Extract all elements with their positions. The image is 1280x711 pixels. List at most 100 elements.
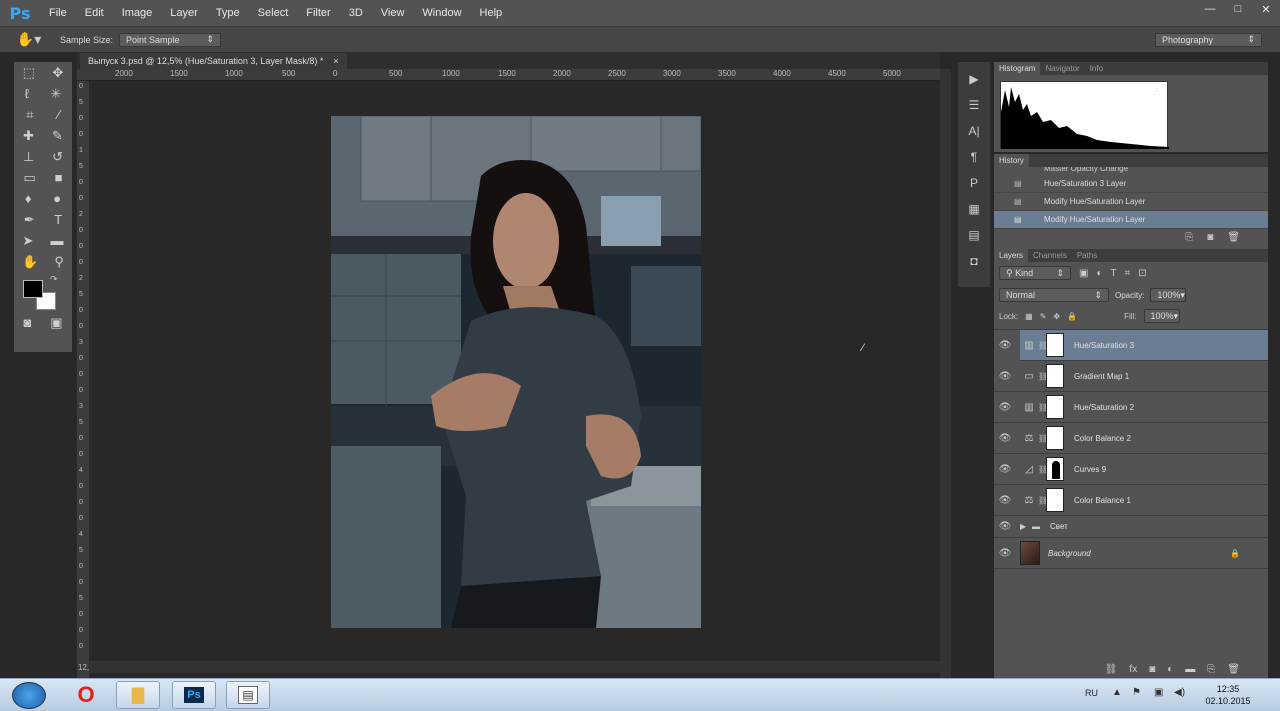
visibility-eye-icon[interactable]: 👁 [994, 548, 1016, 559]
sample-size-select[interactable]: Point Sample ⇕ [119, 32, 222, 47]
filter-shape-icon[interactable]: ⌗ [1125, 268, 1131, 279]
layer-group-row[interactable]: 👁 ▶ ▬ Свет [994, 516, 1268, 538]
visibility-eye-icon[interactable]: 👁 [994, 521, 1016, 532]
visibility-eye-icon[interactable]: 👁 [994, 495, 1016, 506]
lock-position-icon[interactable]: ✥ [1053, 312, 1060, 321]
close-document-icon[interactable]: × [333, 56, 338, 66]
layer-row[interactable]: 👁 ▥ ⛓ Hue/Saturation 2 [994, 392, 1268, 423]
snapshot-icon[interactable]: ◙ [1207, 232, 1213, 243]
crop-tool-icon[interactable]: ⌗ [26, 107, 33, 123]
zoom-readout[interactable]: 12, [78, 663, 89, 672]
properties-icon[interactable]: ☰ [958, 92, 990, 118]
delete-state-icon[interactable]: 🗑 [1227, 232, 1240, 243]
workspace-select[interactable]: Photography ⇕ [1155, 32, 1262, 47]
visibility-eye-icon[interactable]: 👁 [994, 340, 1016, 351]
new-group-icon[interactable]: ▬ [1185, 664, 1195, 675]
close-button[interactable]: ✕ [1252, 0, 1280, 18]
expand-arrow-icon[interactable]: ▶ [1020, 522, 1032, 531]
marquee-tool-icon[interactable]: ⬚ [23, 65, 35, 81]
eraser-icon[interactable]: ▭ [23, 170, 35, 186]
app-taskbar-button[interactable]: ▤ [226, 681, 270, 709]
link-icon[interactable]: ⛓ [1038, 403, 1048, 412]
history-item-cut[interactable]: Master Opacity Change [994, 167, 1268, 175]
fill-input[interactable]: 100% ▾ [1143, 309, 1180, 323]
zoom-tool-icon[interactable]: ⚲ [54, 254, 64, 270]
menu-help[interactable]: Help [471, 0, 512, 26]
history-item[interactable]: ▤ Hue/Saturation 3 Layer [994, 175, 1268, 193]
photoshop-taskbar-button[interactable]: Ps [172, 681, 216, 709]
blur-tool-icon[interactable]: ♦ [25, 191, 32, 206]
tab-info[interactable]: Info [1085, 62, 1108, 75]
link-icon[interactable]: ⛓ [1038, 496, 1048, 505]
move-tool-icon[interactable]: ✥ [52, 65, 63, 81]
layer-mask-thumbnail[interactable] [1046, 333, 1064, 357]
history-brush-icon[interactable]: ↺ [52, 149, 63, 165]
history-item-selected[interactable]: ▤ Modify Hue/Saturation Layer [994, 211, 1268, 229]
layer-row[interactable]: 👁 ◿ ⛓ Curves 9 [994, 454, 1268, 485]
layer-mask-thumbnail[interactable] [1046, 457, 1064, 481]
brush-preset-icon[interactable]: P [958, 170, 990, 196]
tray-expand-icon[interactable]: ▲ [1112, 687, 1122, 698]
volume-icon[interactable]: ◀) [1174, 687, 1185, 698]
opera-taskbar-button[interactable]: O [64, 681, 108, 709]
menu-edit[interactable]: Edit [76, 0, 113, 26]
layer-row[interactable]: 👁 ⚖ ⛓ Color Balance 2 [994, 423, 1268, 454]
menu-window[interactable]: Window [413, 0, 470, 26]
add-mask-icon[interactable]: ◙ [1149, 664, 1155, 675]
adjustment-layer-icon[interactable]: ◐ [1167, 664, 1173, 675]
filter-smart-icon[interactable]: ⊡ [1138, 268, 1146, 279]
link-icon[interactable]: ⛓ [1038, 465, 1048, 474]
brush-tool-icon[interactable]: ✎ [52, 128, 63, 144]
layer-mask-thumbnail[interactable] [1046, 364, 1064, 388]
explorer-taskbar-button[interactable]: ▇ [116, 681, 160, 709]
visibility-eye-icon[interactable]: 👁 [994, 371, 1016, 382]
lock-transparent-icon[interactable]: ▦ [1025, 312, 1033, 321]
paragraph-icon[interactable]: ¶ [958, 144, 990, 170]
magic-wand-icon[interactable]: ✳ [50, 86, 61, 102]
type-tool-icon[interactable]: T [54, 212, 62, 227]
gradient-tool-icon[interactable]: ■ [55, 170, 63, 185]
background-layer-row[interactable]: 👁 Background 🔒 [994, 538, 1268, 569]
menu-image[interactable]: Image [113, 0, 162, 26]
foreground-color-swatch[interactable] [23, 280, 43, 298]
play-actions-icon[interactable]: ▶ [958, 66, 990, 92]
screen-mode-icon[interactable]: ▣ [50, 315, 62, 331]
clone-stamp-icon[interactable]: ⊥ [23, 149, 34, 165]
minimize-button[interactable]: — [1196, 0, 1224, 18]
menu-filter[interactable]: Filter [297, 0, 339, 26]
warning-icon[interactable]: ⚠ [1152, 85, 1162, 98]
clock[interactable]: 12:35 02.10.2015 [1200, 683, 1256, 707]
action-center-icon[interactable]: ⚑ [1132, 687, 1141, 698]
vertical-scrollbar[interactable] [940, 69, 951, 678]
dodge-tool-icon[interactable]: ● [53, 191, 61, 206]
opacity-input[interactable]: 100% ▾ [1150, 288, 1187, 302]
menu-file[interactable]: File [40, 0, 76, 26]
link-layers-icon[interactable]: ⛓ [1105, 664, 1118, 675]
menu-type[interactable]: Type [207, 0, 249, 26]
lock-all-icon[interactable]: 🔒 [1067, 312, 1077, 321]
tab-channels[interactable]: Channels [1028, 249, 1072, 262]
path-select-icon[interactable]: ➤ [23, 233, 34, 249]
tab-layers[interactable]: Layers [994, 249, 1029, 262]
background-thumbnail[interactable] [1020, 541, 1040, 565]
layer-mask-thumbnail[interactable] [1046, 488, 1064, 512]
network-icon[interactable]: ▣ [1154, 687, 1163, 698]
tab-histogram[interactable]: Histogram [994, 62, 1041, 75]
layer-mask-thumbnail[interactable] [1046, 426, 1064, 450]
tab-history[interactable]: History [994, 154, 1029, 167]
pen-tool-icon[interactable]: ✒ [24, 212, 35, 228]
adjustments-icon[interactable]: ◘ [958, 248, 990, 274]
layer-row-selected[interactable]: 👁 ▥ ⛓ Hue/Saturation 3 [999, 330, 1268, 361]
menu-3d[interactable]: 3D [340, 0, 372, 26]
history-item[interactable]: ▤ Modify Hue/Saturation Layer [994, 193, 1268, 211]
healing-brush-icon[interactable]: ✚ [23, 128, 34, 144]
filter-adjustment-icon[interactable]: ◐ [1096, 268, 1102, 279]
horizontal-scrollbar[interactable] [89, 661, 940, 673]
character-icon[interactable]: A| [958, 118, 990, 144]
layer-row[interactable]: 👁 ⚖ ⛓ Color Balance 1 [994, 485, 1268, 516]
filter-pixel-icon[interactable]: ▣ [1079, 268, 1088, 279]
hand-tool-icon[interactable]: ✋▾ [0, 31, 58, 48]
swap-colors-icon[interactable]: ↷ [50, 274, 58, 285]
start-button[interactable] [12, 682, 46, 709]
lasso-tool-icon[interactable]: ℓ [25, 86, 29, 101]
